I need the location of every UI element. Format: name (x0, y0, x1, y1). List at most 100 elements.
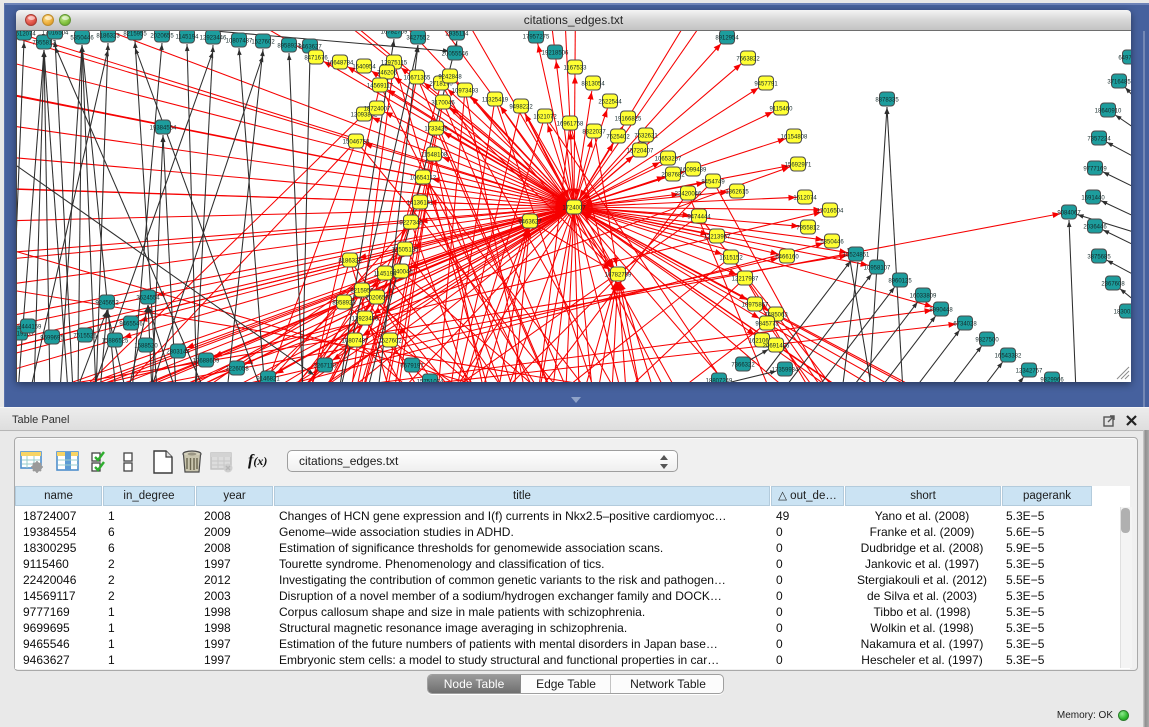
svg-text:7955812: 7955812 (796, 226, 820, 232)
svg-text:2020655: 2020655 (365, 296, 389, 302)
svg-text:18300295: 18300295 (1114, 310, 1131, 316)
svg-text:9146821: 9146821 (256, 377, 280, 383)
svg-text:9327500: 9327500 (975, 338, 999, 344)
svg-text:10671355: 10671355 (404, 76, 431, 82)
svg-text:7357224: 7357224 (1087, 137, 1111, 143)
svg-text:9457791: 9457791 (754, 82, 778, 88)
svg-text:16033809: 16033809 (910, 294, 937, 300)
svg-text:3624554: 3624554 (136, 296, 160, 302)
svg-text:15046758: 15046758 (343, 140, 370, 146)
svg-text:18640910: 18640910 (1095, 109, 1122, 115)
svg-text:15751074: 15751074 (417, 380, 444, 383)
svg-text:10973493: 10973493 (452, 89, 479, 95)
svg-text:9845773: 9845773 (755, 322, 779, 328)
svg-text:2803144: 2803144 (166, 350, 190, 356)
svg-text:6734028: 6734028 (953, 322, 977, 328)
svg-text:8186323: 8186323 (96, 34, 120, 40)
svg-text:1527602: 1527602 (378, 339, 402, 345)
svg-text:16961758: 16961758 (557, 122, 584, 128)
svg-text:16648784: 16648784 (327, 61, 354, 67)
svg-text:15720407: 15720407 (627, 149, 654, 155)
svg-text:8960125: 8960125 (888, 279, 912, 285)
svg-text:1145194: 1145194 (176, 35, 200, 41)
svg-text:19384554: 19384554 (150, 126, 177, 132)
svg-text:1362615: 1362615 (725, 190, 749, 196)
svg-text:3267110: 3267110 (314, 364, 338, 370)
svg-text:16099489: 16099489 (680, 168, 707, 174)
svg-text:1691440: 1691440 (1081, 196, 1105, 202)
svg-text:19218506: 19218506 (542, 51, 569, 57)
svg-text:20691406: 20691406 (763, 344, 790, 350)
svg-text:1527602: 1527602 (251, 40, 275, 46)
svg-text:9242848: 9242848 (438, 75, 462, 81)
svg-text:2367608: 2367608 (1101, 282, 1125, 288)
svg-text:12923446: 12923446 (352, 317, 379, 323)
svg-text:8958923: 8958923 (332, 301, 356, 307)
svg-text:20055546: 20055546 (442, 52, 469, 58)
svg-text:11548108: 11548108 (421, 153, 448, 159)
svg-text:3427552: 3427552 (406, 36, 430, 42)
svg-text:3226058: 3226058 (225, 367, 249, 373)
svg-text:8322037: 8322037 (582, 130, 606, 136)
svg-text:9465546: 9465546 (119, 322, 143, 328)
svg-text:10958107: 10958107 (864, 266, 891, 272)
svg-text:17016504: 17016504 (817, 209, 844, 215)
svg-text:1167533: 1167533 (564, 66, 588, 72)
svg-text:1615152: 1615152 (719, 256, 743, 262)
svg-text:14136141: 14136141 (407, 201, 434, 207)
svg-text:17016504: 17016504 (42, 31, 69, 37)
svg-text:9227349: 9227349 (399, 221, 423, 227)
svg-text:8471676: 8471676 (304, 56, 328, 62)
svg-text:1612074: 1612074 (793, 196, 817, 202)
svg-text:5350446: 5350446 (820, 240, 844, 246)
svg-text:1621072: 1621072 (533, 115, 557, 121)
svg-text:7955812: 7955812 (32, 41, 56, 47)
svg-text:7515526: 7515526 (73, 334, 97, 340)
svg-text:18807249: 18807249 (706, 379, 733, 383)
svg-text:3875685: 3875685 (1087, 255, 1111, 261)
svg-text:2036446: 2036446 (1083, 225, 1107, 231)
svg-text:8912954: 8912954 (715, 36, 739, 42)
svg-text:1588520: 1588520 (134, 344, 158, 350)
svg-text:1640954: 1640954 (352, 65, 376, 71)
svg-text:1724007: 1724007 (562, 206, 586, 212)
svg-text:17359934: 17359934 (772, 368, 799, 374)
svg-text:6466160: 6466160 (775, 255, 799, 261)
svg-text:11325419: 11325419 (482, 98, 509, 104)
svg-text:12342757: 12342757 (1016, 369, 1043, 375)
svg-text:8878335: 8878335 (875, 98, 899, 104)
svg-text:17957275: 17957275 (523, 35, 550, 41)
svg-text:12213967: 12213967 (704, 235, 731, 241)
svg-text:9474444: 9474444 (687, 215, 711, 221)
svg-text:15692971: 15692971 (785, 163, 812, 169)
svg-text:1733426: 1733426 (424, 127, 448, 133)
svg-text:2020655: 2020655 (150, 34, 174, 40)
svg-text:9498222: 9498222 (509, 105, 533, 111)
svg-text:7632621: 7632621 (634, 134, 658, 140)
svg-text:9777169: 9777169 (1083, 167, 1107, 173)
svg-text:9463627: 9463627 (518, 220, 542, 226)
svg-text:14569117: 14569117 (367, 84, 394, 90)
svg-text:1145194: 1145194 (374, 272, 398, 278)
svg-text:9699695: 9699695 (40, 336, 64, 342)
svg-text:6679197: 6679197 (400, 364, 424, 370)
svg-text:16782759: 16782759 (605, 273, 632, 279)
svg-text:22420046: 22420046 (675, 192, 702, 198)
svg-text:8186323: 8186323 (338, 259, 362, 265)
svg-text:12923446: 12923446 (200, 36, 227, 42)
svg-text:12217987: 12217987 (732, 277, 759, 283)
svg-text:3716485: 3716485 (1107, 80, 1131, 86)
svg-text:9245652: 9245652 (95, 301, 119, 307)
svg-text:10654112: 10654112 (410, 176, 437, 182)
svg-text:12505135: 12505135 (392, 248, 419, 254)
svg-text:12444159: 12444159 (17, 325, 42, 331)
svg-text:10688609: 10688609 (193, 359, 220, 365)
svg-text:9115460: 9115460 (770, 107, 794, 113)
svg-text:10653267: 10653267 (655, 157, 682, 163)
svg-text:15886525: 15886525 (102, 339, 129, 345)
svg-text:7663822: 7663822 (736, 57, 760, 63)
svg-text:746206: 746206 (377, 71, 398, 77)
svg-text:1612074: 1612074 (17, 32, 36, 38)
svg-text:16782759: 16782759 (381, 31, 408, 36)
svg-text:10975867: 10975867 (742, 303, 769, 309)
